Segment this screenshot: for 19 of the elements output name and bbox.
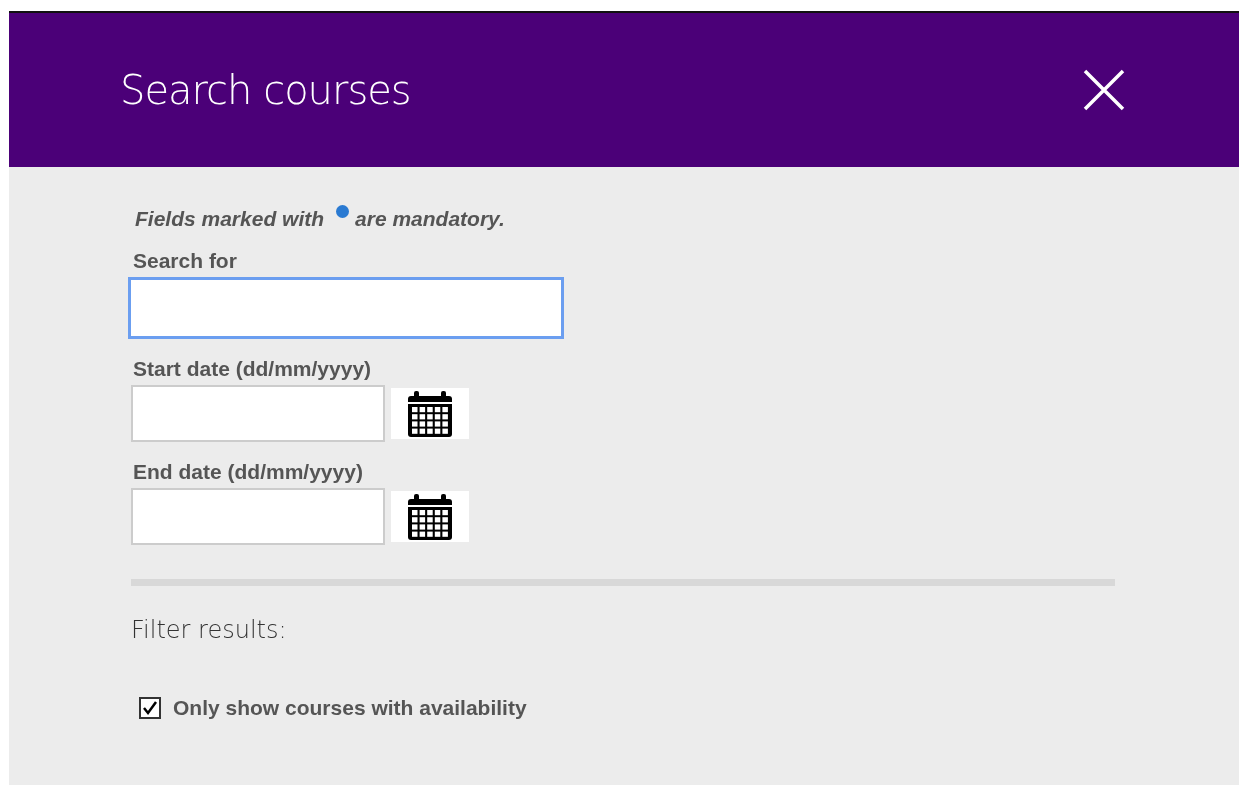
calendar-button[interactable] bbox=[391, 491, 469, 542]
checkbox-label: Only show courses with availability bbox=[173, 696, 527, 720]
note-text: are mandatory. bbox=[355, 207, 505, 231]
filter-heading: Filter results: bbox=[131, 616, 287, 644]
mandatory-dot bbox=[336, 204, 350, 218]
calendar-icon bbox=[406, 491, 454, 542]
close-icon bbox=[1083, 69, 1125, 111]
field-label: Search for bbox=[133, 249, 238, 273]
note-text: Fields marked with bbox=[135, 207, 325, 231]
checkbox[interactable] bbox=[139, 697, 161, 719]
calendar-icon bbox=[406, 388, 454, 439]
field-label: End date (dd/mm/yyyy) bbox=[133, 460, 364, 484]
calendar-button[interactable] bbox=[391, 388, 469, 439]
dialog-title: Search courses bbox=[120, 67, 411, 113]
search-field[interactable] bbox=[128, 277, 564, 339]
date-field[interactable] bbox=[131, 385, 385, 442]
close-button[interactable] bbox=[1083, 69, 1125, 111]
date-field[interactable] bbox=[131, 488, 385, 545]
field-label: Start date (dd/mm/yyyy) bbox=[133, 357, 373, 381]
